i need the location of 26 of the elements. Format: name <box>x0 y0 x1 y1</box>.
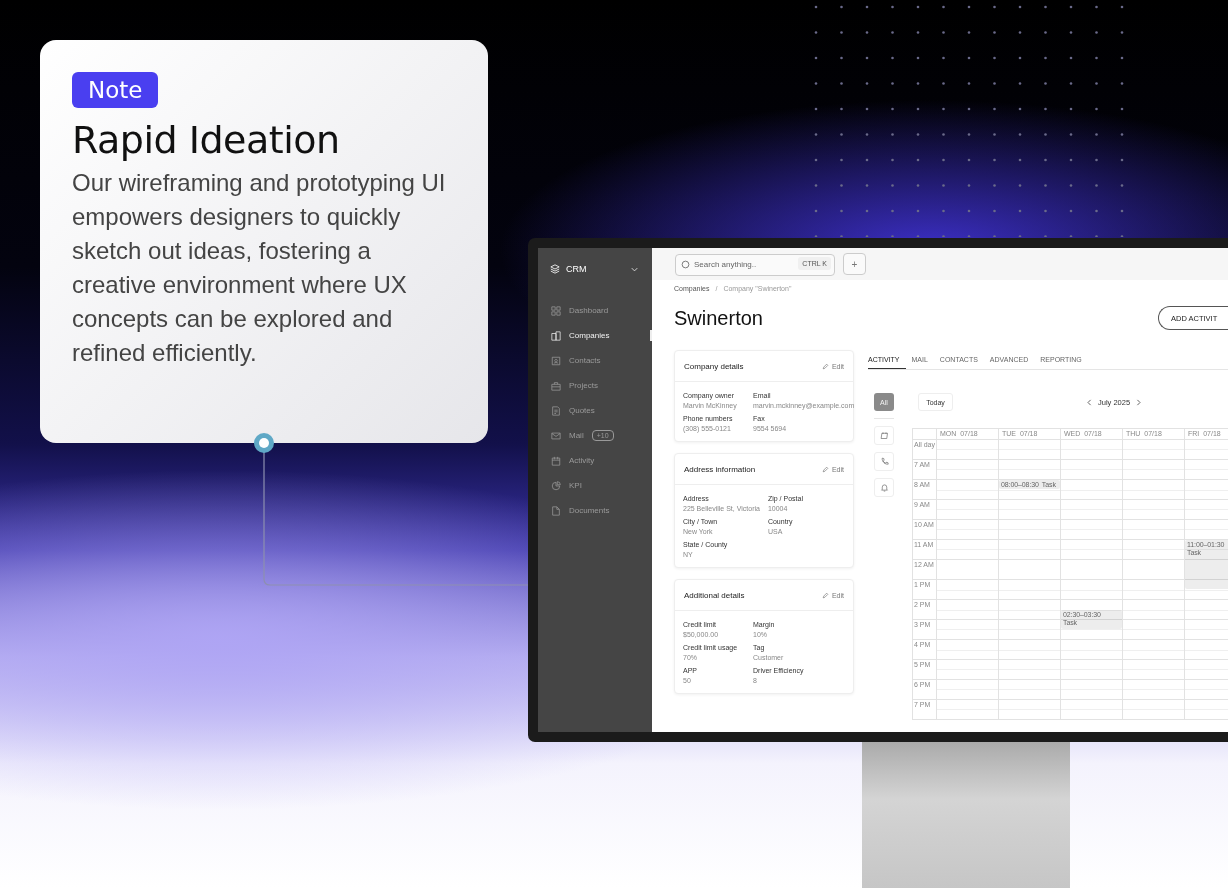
sidebar-label: Activity <box>569 456 595 465</box>
add-button[interactable]: + <box>843 253 866 275</box>
sidebar-item[interactable]: Dashboard <box>538 298 652 323</box>
sidebar-label: Documents <box>569 506 610 515</box>
sidebar-item[interactable]: Companies <box>538 323 652 348</box>
sidebar-item[interactable]: Projects <box>538 373 652 398</box>
sidebar-label: Contacts <box>569 356 601 365</box>
note-text: Our wireframing and prototyping UI empowers designers to quickly sketch out ideas, fostering a creative environment where UX concepts can be explored and refined efficiently. <box>72 168 447 368</box>
sidebar-label: Mail <box>569 431 584 440</box>
sidebar-item[interactable]: Documents <box>538 498 652 523</box>
sidebar-label: KPI <box>569 481 582 490</box>
sidebar-label: Quotes <box>569 406 595 415</box>
card-title: Additional details <box>684 590 745 600</box>
page-title: Swinerton <box>674 306 763 330</box>
sidebar-label: Dashboard <box>569 306 609 315</box>
sidebar-item[interactable]: KPI <box>538 473 652 498</box>
sidebar-item[interactable]: Contacts <box>538 348 652 373</box>
brand-name: CRM <box>566 264 588 274</box>
sidebar-item[interactable]: Activity <box>538 448 652 473</box>
card-title: Address information <box>684 464 756 474</box>
sidebar-label: Companies <box>569 331 610 340</box>
note-title: Rapid Ideation <box>72 118 341 162</box>
sidebar-item[interactable]: Quotes <box>538 398 652 423</box>
card-title: Company details <box>684 361 744 371</box>
note-badge: Note <box>72 72 159 108</box>
sidebar-label: Projects <box>569 381 598 390</box>
